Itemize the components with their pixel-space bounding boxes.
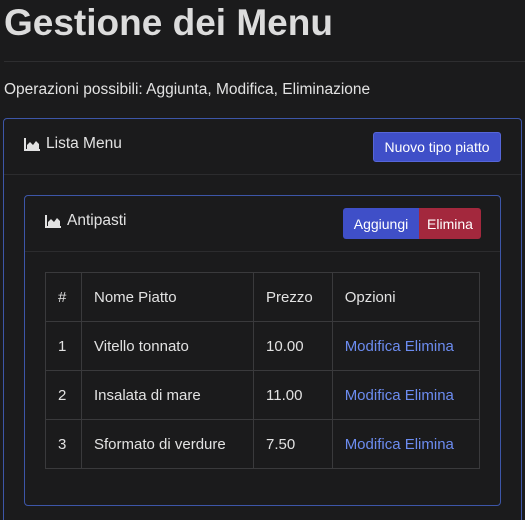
page-subtitle: Operazioni possibili: Aggiunta, Modifica…	[4, 81, 371, 98]
category-card-header: Antipasti Aggiungi Elimina	[25, 196, 500, 252]
column-header-number: #	[45, 272, 82, 322]
row-number: 2	[45, 370, 82, 420]
table-row: 1 Vitello tonnato 10.00 Modifica Elimina	[45, 321, 481, 371]
chart-area-icon	[45, 214, 61, 228]
edit-dish-link[interactable]: Modifica	[345, 338, 401, 355]
delete-dish-link[interactable]: Elimina	[405, 436, 454, 453]
column-header-name: Nome Piatto	[80, 272, 255, 322]
dish-name: Sformato di verdure	[80, 419, 255, 469]
dish-price: 11.00	[253, 370, 333, 420]
column-header-price: Prezzo	[253, 272, 333, 322]
menu-list-title: Lista Menu	[24, 135, 122, 153]
add-dish-button[interactable]: Aggiungi	[343, 208, 419, 239]
dish-price: 7.50	[253, 419, 333, 469]
table-row: 3 Sformato di verdure 7.50 Modifica Elim…	[45, 419, 481, 469]
category-card-antipasti: Antipasti Aggiungi Elimina # Nome Piatto…	[24, 195, 501, 506]
row-options: Modifica Elimina	[331, 370, 481, 420]
menu-list-card: Lista Menu Nuovo tipo piatto Antipasti A…	[3, 118, 522, 520]
row-number: 1	[45, 321, 82, 371]
table-header-row: # Nome Piatto Prezzo Opzioni	[45, 272, 481, 322]
dish-name: Insalata di mare	[80, 370, 255, 420]
row-options: Modifica Elimina	[331, 419, 481, 469]
chart-area-icon	[24, 137, 40, 151]
menu-list-title-label: Lista Menu	[46, 135, 122, 152]
delete-dish-link[interactable]: Elimina	[405, 387, 454, 404]
title-divider	[4, 61, 525, 62]
delete-dish-link[interactable]: Elimina	[405, 338, 454, 355]
category-title-label: Antipasti	[67, 212, 127, 229]
page-title: Gestione dei Menu	[4, 2, 333, 43]
column-header-options: Opzioni	[331, 272, 481, 322]
row-options: Modifica Elimina	[331, 321, 481, 371]
new-dish-type-button[interactable]: Nuovo tipo piatto	[373, 132, 501, 162]
dish-name: Vitello tonnato	[80, 321, 255, 371]
row-number: 3	[45, 419, 82, 469]
page: Gestione dei Menu Operazioni possibili: …	[0, 0, 525, 520]
edit-dish-link[interactable]: Modifica	[345, 436, 401, 453]
edit-dish-link[interactable]: Modifica	[345, 387, 401, 404]
dishes-table: # Nome Piatto Prezzo Opzioni 1 Vitello t…	[45, 272, 481, 469]
menu-list-card-header: Lista Menu Nuovo tipo piatto	[4, 119, 521, 175]
dish-price: 10.00	[253, 321, 333, 371]
delete-category-button[interactable]: Elimina	[419, 208, 481, 239]
category-title: Antipasti	[45, 212, 126, 230]
table-row: 2 Insalata di mare 11.00 Modifica Elimin…	[45, 370, 481, 420]
